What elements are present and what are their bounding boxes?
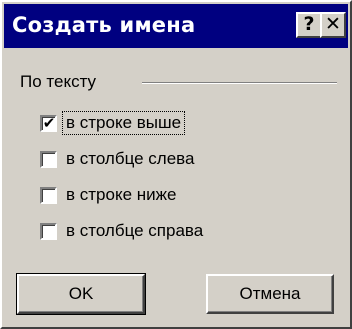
create-names-dialog: Создать имена ? ✕ По тексту ✔ в строке в… <box>0 0 352 329</box>
checkbox-label-right[interactable]: в столбце справа <box>63 220 206 242</box>
checkbox-right[interactable] <box>40 222 57 240</box>
checkbox-label-bottom[interactable]: в строке ниже <box>63 184 179 206</box>
checkbox-top[interactable]: ✔ <box>40 113 57 132</box>
checkbox-label-top[interactable]: в строке выше <box>61 111 186 135</box>
checkbox-row-left[interactable]: в столбце слева <box>40 146 197 172</box>
checkbox-row-top[interactable]: ✔ в строке выше <box>40 110 186 136</box>
title-bar[interactable]: Создать имена ? ✕ <box>4 4 348 48</box>
cancel-button[interactable]: Отмена <box>206 274 334 314</box>
group-divider <box>142 82 337 84</box>
close-button[interactable]: ✕ <box>320 12 346 38</box>
dialog-title: Создать имена <box>12 13 196 37</box>
checkbox-row-right[interactable]: в столбце справа <box>40 218 206 244</box>
group-label: По тексту <box>20 72 97 91</box>
checkbox-label-left[interactable]: в столбце слева <box>63 148 197 170</box>
ok-button[interactable]: OK <box>16 273 146 315</box>
close-icon: ✕ <box>325 13 341 35</box>
checkmark-icon: ✔ <box>42 113 56 132</box>
help-icon: ? <box>303 13 315 35</box>
help-button[interactable]: ? <box>296 12 322 38</box>
checkbox-row-bottom[interactable]: в строке ниже <box>40 182 179 208</box>
checkbox-left[interactable] <box>40 150 57 168</box>
checkbox-bottom[interactable] <box>40 186 57 204</box>
